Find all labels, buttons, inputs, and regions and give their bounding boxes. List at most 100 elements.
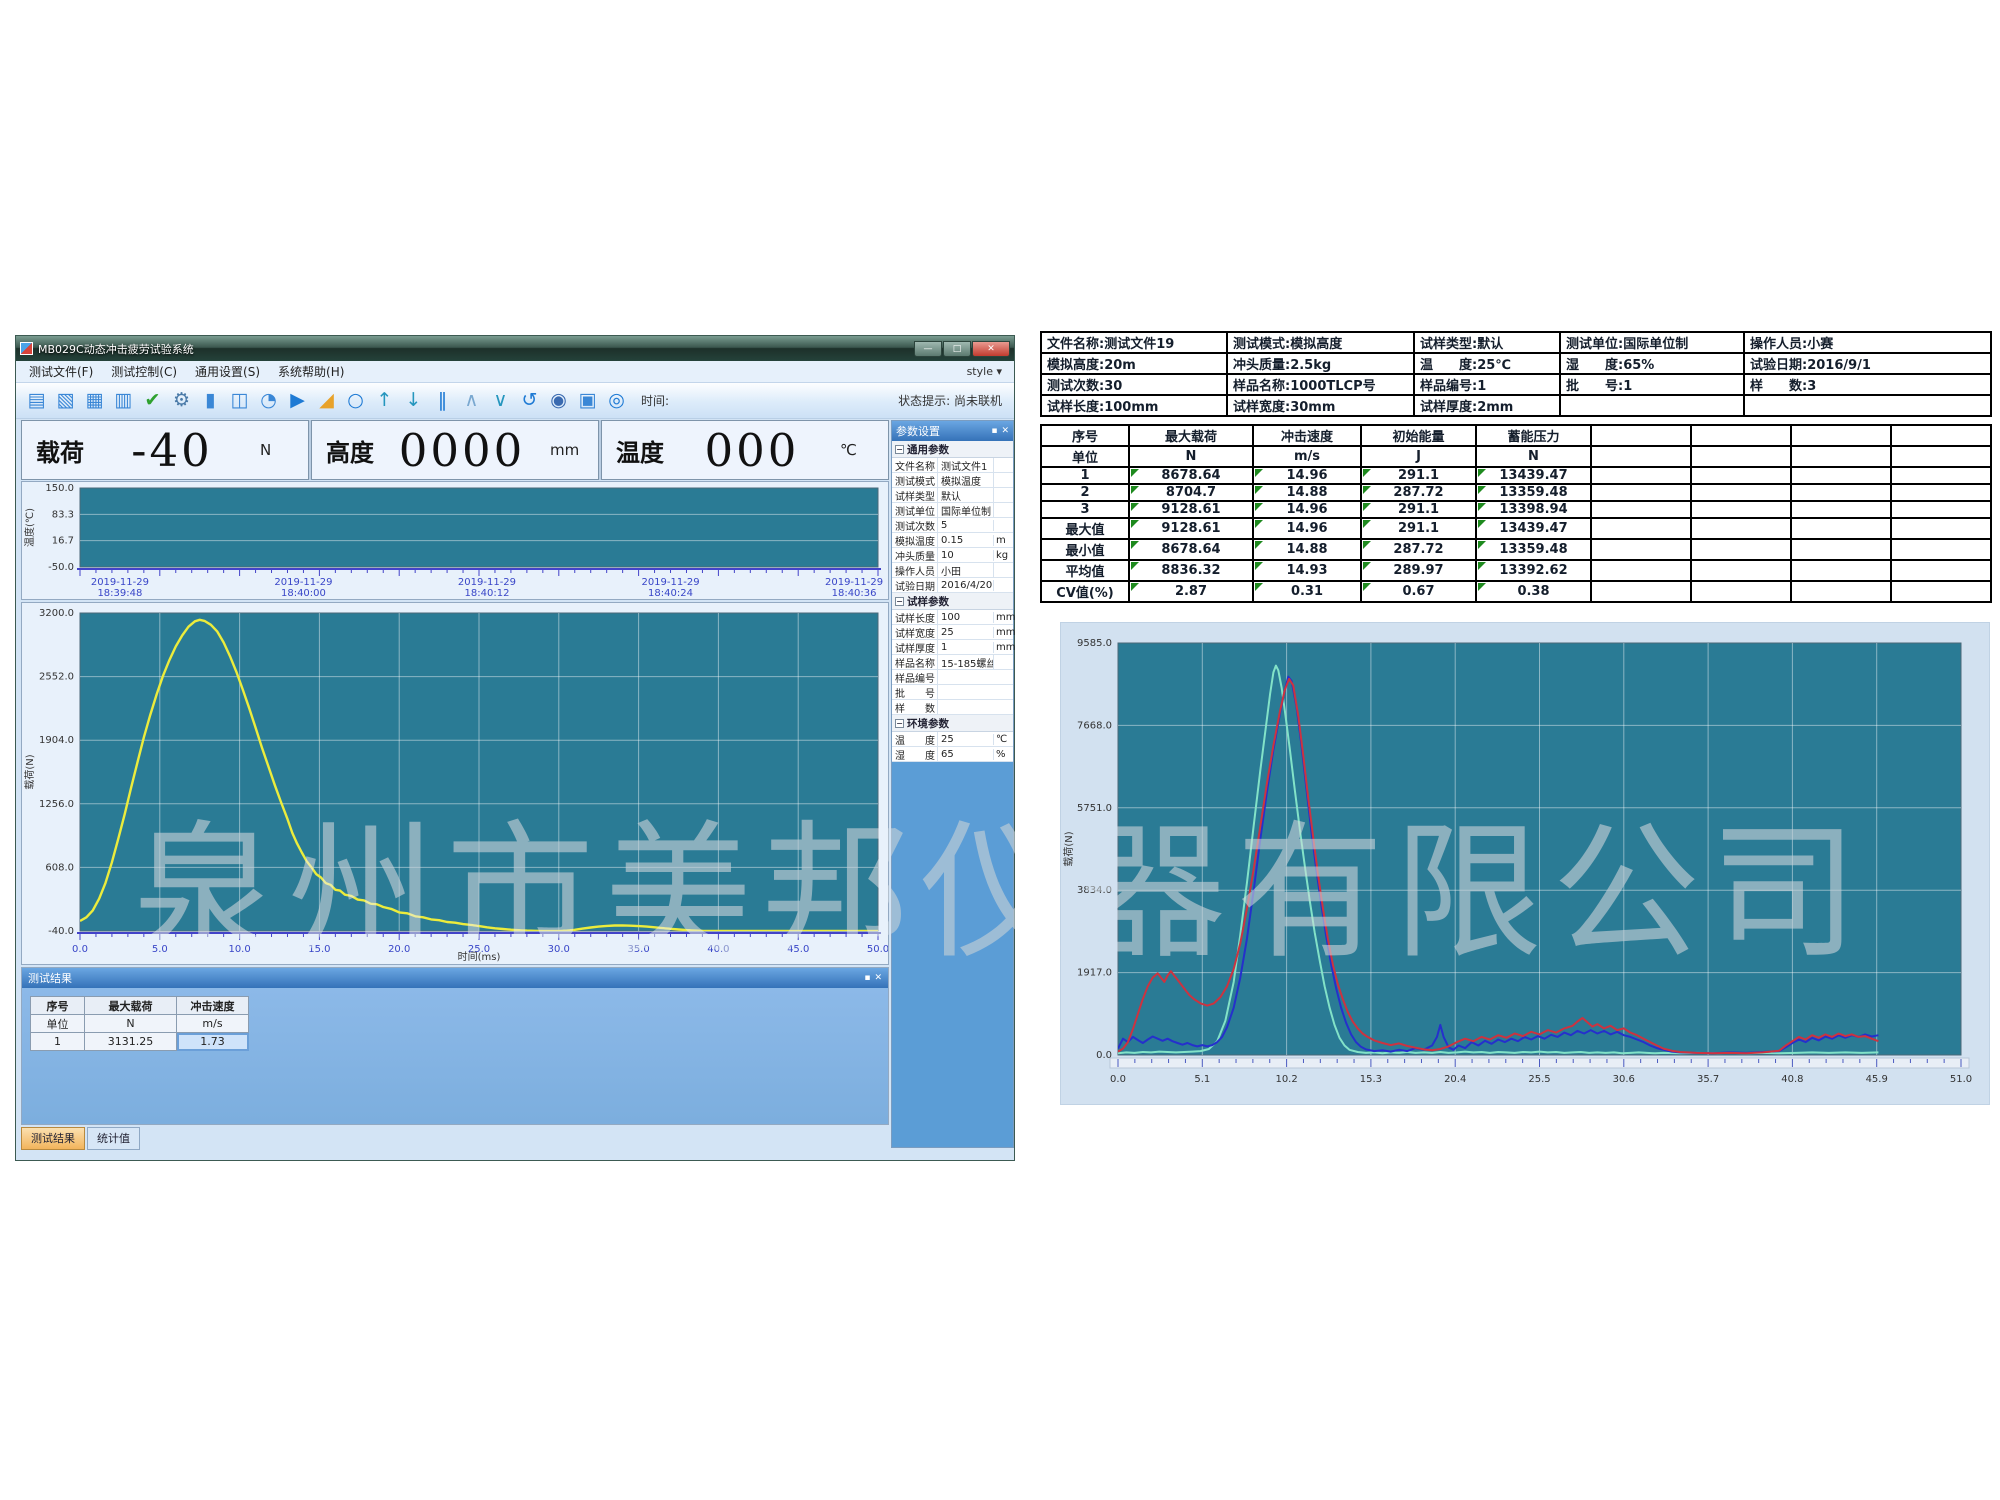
battery-icon[interactable]: ▮ bbox=[196, 387, 225, 415]
menu-item-1[interactable]: 测试控制(C) bbox=[102, 364, 186, 380]
close-icon[interactable]: ✕ bbox=[1001, 426, 1009, 436]
new-file-icon[interactable]: ▤ bbox=[22, 387, 51, 415]
results-panel-header: 测试结果 ▪ ✕ bbox=[22, 968, 888, 988]
collapse-icon[interactable]: − bbox=[895, 597, 904, 606]
minimize-button[interactable]: — bbox=[914, 341, 942, 357]
results-cell[interactable]: m/s bbox=[177, 1015, 249, 1033]
param-value[interactable]: 模拟温度 bbox=[938, 473, 994, 488]
svg-text:1917.0: 1917.0 bbox=[1077, 968, 1112, 979]
param-label: 样品编号 bbox=[892, 670, 938, 685]
param-value[interactable]: 0.15 bbox=[938, 535, 994, 546]
maximize-button[interactable]: □ bbox=[943, 341, 971, 357]
collapse-icon[interactable]: − bbox=[895, 719, 904, 728]
data-cell: 13359.48 bbox=[1476, 539, 1591, 560]
chevron-up-icon[interactable]: ∧ bbox=[457, 387, 486, 415]
results-col-header: 冲击速度 bbox=[177, 997, 249, 1015]
svg-text:2019-11-29: 2019-11-29 bbox=[825, 577, 883, 588]
param-label: 试样厚度 bbox=[892, 640, 938, 655]
param-value[interactable]: 15-185螺丝刀 bbox=[938, 655, 994, 670]
lock-icon[interactable]: ◉ bbox=[544, 387, 573, 415]
menu-item-3[interactable]: 系统帮助(H) bbox=[269, 364, 353, 380]
data-cell: 3 bbox=[1041, 501, 1129, 518]
data-cell bbox=[1691, 501, 1791, 518]
param-row: 冲头质量10kg bbox=[892, 548, 1013, 563]
results-cell[interactable]: 1.73 bbox=[177, 1033, 249, 1051]
param-value[interactable]: 国际单位制 bbox=[938, 503, 994, 518]
data-cell: 289.97 bbox=[1361, 560, 1476, 581]
info-cell: 试样厚度:2mm bbox=[1414, 395, 1560, 416]
param-row: 模拟温度0.15m bbox=[892, 533, 1013, 548]
param-value[interactable]: 100 bbox=[938, 612, 994, 623]
title-bar: MB029C动态冲击疲劳试验系统 — □ ✕ bbox=[16, 336, 1014, 361]
pin-icon[interactable]: ▪ bbox=[991, 426, 997, 436]
data-cell bbox=[1891, 560, 1991, 581]
svg-text:20.0: 20.0 bbox=[388, 944, 410, 955]
param-value[interactable]: 25 bbox=[938, 734, 994, 745]
calibrate-icon[interactable]: ▣ bbox=[573, 387, 602, 415]
param-value[interactable]: 测试文件1 bbox=[938, 458, 994, 473]
test-data-table: 序号最大载荷冲击速度初始能量蓄能压力单位Nm/sJN18678.6414.962… bbox=[1040, 424, 1992, 603]
menu-item-2[interactable]: 通用设置(S) bbox=[186, 364, 269, 380]
style-selector[interactable]: style ▾ bbox=[967, 365, 1010, 378]
undo-icon[interactable]: ↺ bbox=[515, 387, 544, 415]
start-test-icon[interactable]: ▶ bbox=[283, 387, 312, 415]
close-icon[interactable]: ✕ bbox=[874, 973, 882, 983]
results-cell[interactable]: 1 bbox=[31, 1033, 85, 1051]
param-value[interactable]: 25 bbox=[938, 627, 994, 638]
tab-0[interactable]: 测试结果 bbox=[21, 1127, 85, 1150]
param-unit: kg bbox=[994, 550, 1013, 561]
param-unit: m bbox=[994, 535, 1013, 546]
param-label: 试验日期 bbox=[892, 578, 938, 593]
info-cell bbox=[1744, 395, 1991, 416]
param-value[interactable]: 小田 bbox=[938, 563, 994, 578]
param-section-2[interactable]: −环境参数 bbox=[892, 715, 1013, 732]
data-cell: 8836.32 bbox=[1129, 560, 1253, 581]
param-section-1[interactable]: −试样参数 bbox=[892, 593, 1013, 610]
chevron-down-icon[interactable]: ∨ bbox=[486, 387, 515, 415]
data-cell: N bbox=[1129, 446, 1253, 467]
settings-gear-icon[interactable]: ⚙ bbox=[167, 387, 196, 415]
param-value[interactable]: 1 bbox=[938, 642, 994, 653]
param-row: 测试单位国际单位制 bbox=[892, 503, 1013, 518]
param-value[interactable]: 5 bbox=[938, 520, 994, 531]
data-cell bbox=[1691, 467, 1791, 484]
results-cell[interactable]: 3131.25 bbox=[85, 1033, 177, 1051]
connect-check-icon[interactable]: ✔ bbox=[138, 387, 167, 415]
param-value[interactable]: 2016/4/20 bbox=[938, 580, 994, 591]
display-grid-icon[interactable]: ◫ bbox=[225, 387, 254, 415]
close-button[interactable]: ✕ bbox=[972, 341, 1010, 357]
svg-text:30.0: 30.0 bbox=[548, 944, 570, 955]
param-value[interactable]: 65 bbox=[938, 749, 994, 760]
stop-circle-icon[interactable]: ○ bbox=[341, 387, 370, 415]
params-panel: 参数设置 ▪ ✕ −通用参数文件名称测试文件1测试模式模拟温度试样类型默认测试单… bbox=[891, 420, 1014, 1148]
collapse-icon[interactable]: − bbox=[895, 445, 904, 454]
results-cell[interactable]: N bbox=[85, 1015, 177, 1033]
clean-brush-icon[interactable]: ◢ bbox=[312, 387, 341, 415]
bottom-tabs: 测试结果统计值 bbox=[21, 1127, 140, 1151]
param-unit: % bbox=[994, 749, 1013, 760]
pause-icon[interactable]: ‖ bbox=[428, 387, 457, 415]
close-file-icon[interactable]: ▥ bbox=[109, 387, 138, 415]
open-file-icon[interactable]: ▧ bbox=[51, 387, 80, 415]
arrow-down-icon[interactable]: ↓ bbox=[399, 387, 428, 415]
power-icon[interactable]: ◎ bbox=[602, 387, 631, 415]
param-value[interactable]: 默认 bbox=[938, 488, 994, 503]
info-cell: 温 度:25℃ bbox=[1414, 353, 1560, 374]
results-body: 序号最大载荷冲击速度单位Nm/s13131.251.73 bbox=[22, 988, 888, 1124]
gauge-icon[interactable]: ◔ bbox=[254, 387, 283, 415]
param-label: 操作人员 bbox=[892, 563, 938, 578]
svg-text:30.6: 30.6 bbox=[1613, 1074, 1635, 1085]
param-value[interactable]: 10 bbox=[938, 550, 994, 561]
results-panel-title: 测试结果 bbox=[28, 970, 72, 986]
results-cell[interactable]: 单位 bbox=[31, 1015, 85, 1033]
load-chart: 3200.02552.01904.01256.0608.0-40.00.05.0… bbox=[22, 603, 888, 964]
save-icon[interactable]: ▦ bbox=[80, 387, 109, 415]
arrow-up-icon[interactable]: ↑ bbox=[370, 387, 399, 415]
param-section-0[interactable]: −通用参数 bbox=[892, 441, 1013, 458]
info-cell: 测试模式:模拟高度 bbox=[1227, 332, 1414, 353]
menu-item-0[interactable]: 测试文件(F) bbox=[20, 364, 102, 380]
status-hint: 状态提示: 尚未联机 bbox=[898, 392, 1008, 409]
pin-icon[interactable]: ▪ bbox=[864, 973, 870, 983]
tab-1[interactable]: 统计值 bbox=[87, 1127, 140, 1150]
data-cell bbox=[1791, 560, 1891, 581]
